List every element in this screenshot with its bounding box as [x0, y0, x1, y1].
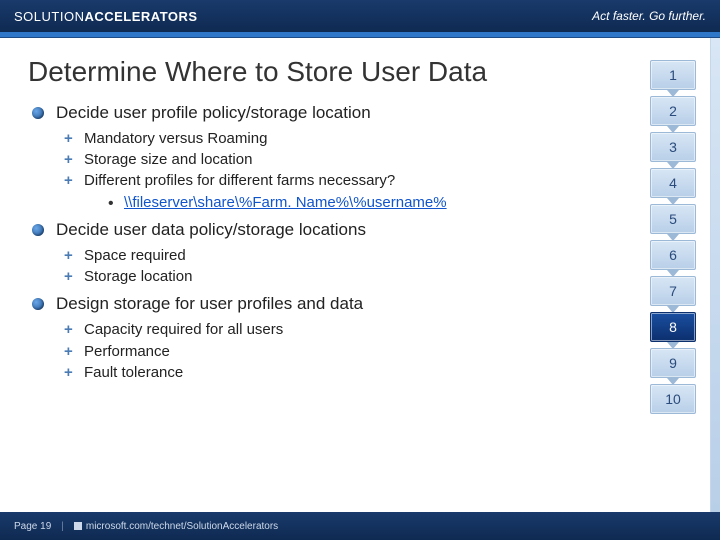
- step-6: 6: [650, 240, 696, 270]
- bullet-l1: Design storage for user profiles and dat…: [28, 293, 588, 316]
- footer-sep: |: [61, 521, 64, 532]
- step-box: 7: [650, 276, 696, 306]
- step-10: 10: [650, 384, 696, 414]
- bullet-l2: Space required: [28, 246, 588, 266]
- right-strip: [710, 38, 720, 512]
- step-1: 1: [650, 60, 696, 90]
- bullet-content: Decide user profile policy/storage locat…: [28, 102, 588, 383]
- bullet-l2: Storage size and location: [28, 150, 588, 170]
- ms-squares-icon: [74, 522, 82, 530]
- brand: SOLUTIONACCELERATORS: [14, 9, 198, 24]
- page-number: Page 19: [14, 521, 51, 532]
- path-link[interactable]: \\fileserver\share\%Farm. Name%\%usernam…: [124, 194, 447, 211]
- brand-bold: ACCELERATORS: [84, 9, 197, 24]
- step-box: 6: [650, 240, 696, 270]
- ms-logo: microsoft.com/technet/SolutionAccelerato…: [74, 521, 278, 532]
- footer: Page 19 | microsoft.com/technet/Solution…: [0, 512, 720, 540]
- step-box: 5: [650, 204, 696, 234]
- step-box: 4: [650, 168, 696, 198]
- step-3: 3: [650, 132, 696, 162]
- bullet-l2: Different profiles for different farms n…: [28, 171, 588, 191]
- footer-url: microsoft.com/technet/SolutionAccelerato…: [86, 521, 278, 532]
- bullet-l1: Decide user profile policy/storage locat…: [28, 102, 588, 125]
- slide: SOLUTIONACCELERATORS Act faster. Go furt…: [0, 0, 720, 540]
- tagline: Act faster. Go further.: [592, 9, 706, 23]
- step-9: 9: [650, 348, 696, 378]
- top-bar: SOLUTIONACCELERATORS Act faster. Go furt…: [0, 0, 720, 32]
- bullet-l2: Storage location: [28, 267, 588, 287]
- step-box: 9: [650, 348, 696, 378]
- step-7: 7: [650, 276, 696, 306]
- step-8-active: 8: [650, 312, 696, 342]
- bullet-l2: Mandatory versus Roaming: [28, 129, 588, 149]
- bullet-l2: Capacity required for all users: [28, 320, 588, 340]
- step-box: 1: [650, 60, 696, 90]
- step-4: 4: [650, 168, 696, 198]
- bullet-l3: \\fileserver\share\%Farm. Name%\%usernam…: [28, 193, 588, 213]
- step-column: 1 2 3 4 5 6 7 8 9 10: [650, 60, 696, 414]
- bullet-l2: Fault tolerance: [28, 363, 588, 383]
- step-5: 5: [650, 204, 696, 234]
- step-box: 10: [650, 384, 696, 414]
- main-content: Determine Where to Store User Data Decid…: [0, 38, 720, 540]
- bullet-l2: Performance: [28, 342, 588, 362]
- brand-prefix: SOLUTION: [14, 9, 84, 24]
- step-box: 8: [650, 312, 696, 342]
- page-title: Determine Where to Store User Data: [28, 56, 692, 88]
- bullet-l1: Decide user data policy/storage location…: [28, 219, 588, 242]
- step-box: 2: [650, 96, 696, 126]
- step-box: 3: [650, 132, 696, 162]
- step-2: 2: [650, 96, 696, 126]
